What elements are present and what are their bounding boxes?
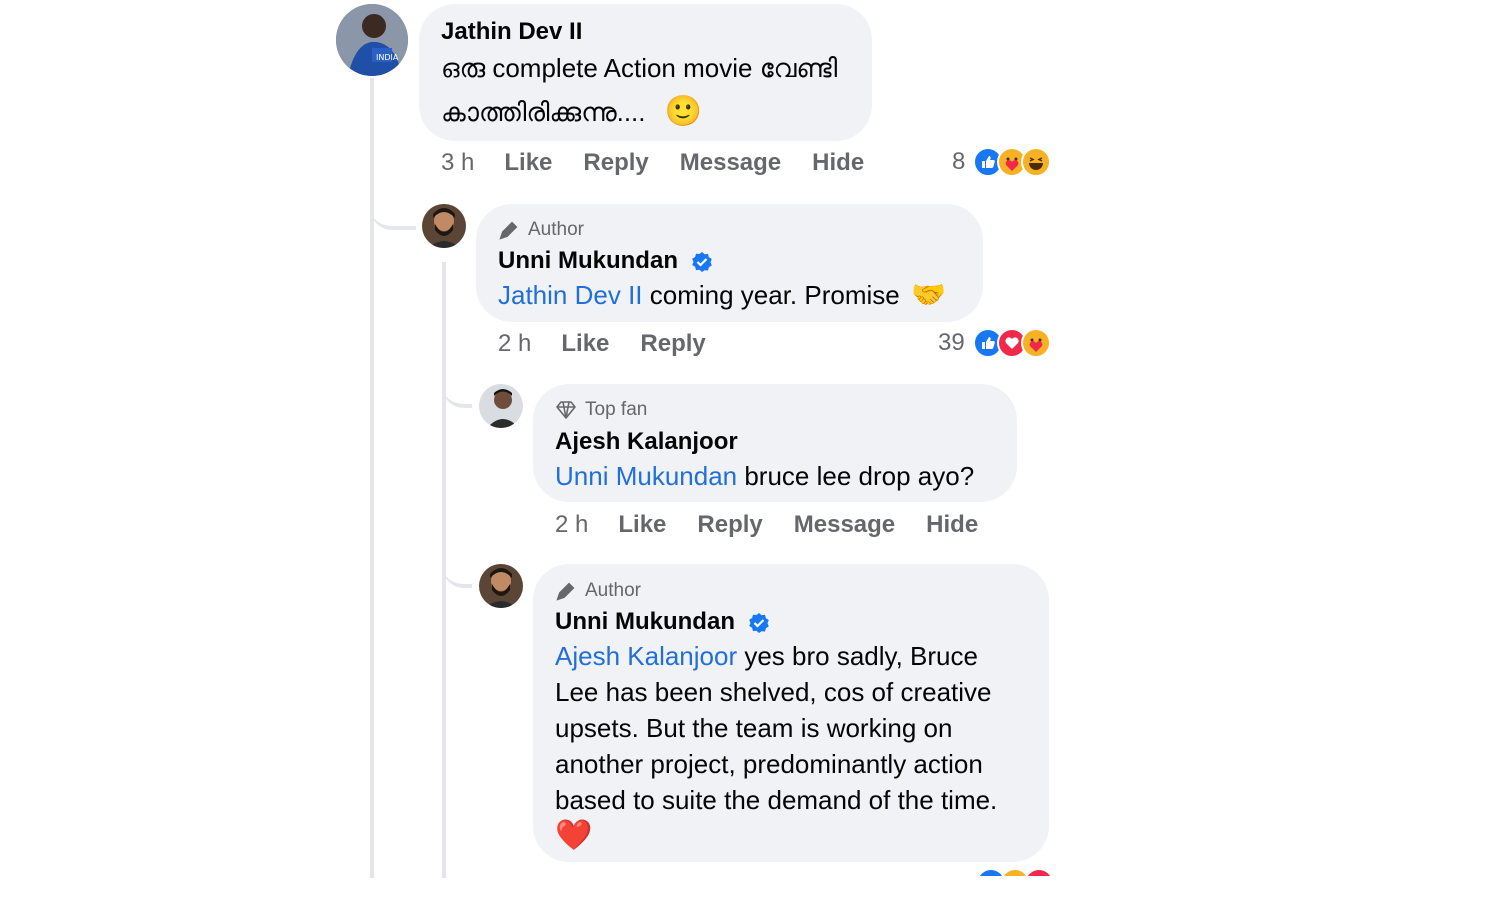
reply-button[interactable]: Reply bbox=[640, 330, 705, 358]
comment-text-line2-body: കാത്തിരിക്കുന്നു.... bbox=[441, 97, 646, 127]
reactions-summary-4-partial[interactable] bbox=[976, 868, 1054, 876]
reaction-count: 8 bbox=[952, 148, 966, 175]
reaction-count: 39 bbox=[938, 329, 965, 356]
top-fan-badge: Top fan bbox=[555, 399, 647, 421]
mention-link[interactable]: Ajesh Kalanjoor bbox=[555, 641, 737, 671]
mention-link[interactable]: Jathin Dev II bbox=[498, 280, 643, 310]
reply-button[interactable]: Reply bbox=[583, 149, 648, 177]
verified-badge-icon bbox=[691, 251, 712, 272]
comment-text-line2: കാത്തിരിക്കുന്നു.... 🙂 bbox=[441, 94, 702, 130]
commenter-name[interactable]: Ajesh Kalanjoor bbox=[555, 428, 738, 456]
reply-button[interactable]: Reply bbox=[697, 511, 762, 539]
reactions-summary-1[interactable]: 8 bbox=[952, 147, 1052, 177]
thread-elbow-reply-2 bbox=[442, 360, 472, 408]
comment-text-line1: ഒരു complete Action movie വേണ്ടി bbox=[441, 53, 838, 83]
haha-icon bbox=[1021, 147, 1052, 177]
comment-body: bruce lee drop ayo? bbox=[737, 461, 975, 491]
comment-line-4: another project, predominantly action bbox=[555, 749, 983, 779]
pen-icon bbox=[499, 221, 518, 240]
thread-elbow-reply-1 bbox=[370, 150, 416, 230]
avatar-jathin[interactable]: INDIA bbox=[336, 4, 408, 76]
commenter-name-verified[interactable]: Unni Mukundan bbox=[555, 608, 770, 636]
hide-button[interactable]: Hide bbox=[926, 511, 978, 539]
author-badge: Author bbox=[498, 219, 584, 241]
comment-text: Ajesh Kalanjoor yes bro sadly, Bruce Lee… bbox=[555, 638, 997, 854]
comment-text: Unni Mukundan bruce lee drop ayo? bbox=[555, 458, 974, 494]
comment-body: coming year. Promise bbox=[642, 280, 900, 310]
like-button[interactable]: Like bbox=[618, 511, 666, 539]
comment-line-3: upsets. But the team is working on bbox=[555, 713, 953, 743]
comment-line-1-body: yes bro sadly, Bruce bbox=[737, 641, 978, 671]
comment-line-1: Ajesh Kalanjoor yes bro sadly, Bruce bbox=[555, 638, 997, 674]
top-fan-label: Top fan bbox=[585, 399, 648, 420]
heart-emoji: ❤️ bbox=[555, 819, 593, 852]
author-badge-label: Author bbox=[528, 219, 584, 240]
hide-button[interactable]: Hide bbox=[812, 149, 864, 177]
commenter-name[interactable]: Unni Mukundan bbox=[555, 608, 735, 635]
commenter-name[interactable]: Jathin Dev II bbox=[441, 18, 582, 46]
comment-text: Jathin Dev II coming year. Promise 🤝 bbox=[498, 277, 946, 313]
comment-actions-3: 2 h Like Reply Message Hide bbox=[555, 511, 1009, 539]
avatar-ajesh[interactable] bbox=[479, 384, 523, 428]
comment-actions-1: 3 h Like Reply Message Hide bbox=[441, 149, 895, 177]
diamond-icon bbox=[556, 401, 576, 419]
avatar-unni[interactable] bbox=[479, 564, 523, 608]
pen-icon bbox=[556, 582, 575, 601]
avatar-unni[interactable] bbox=[422, 204, 466, 248]
message-button[interactable]: Message bbox=[680, 149, 781, 177]
commenter-name-verified[interactable]: Unni Mukundan bbox=[498, 247, 713, 275]
svg-text:INDIA: INDIA bbox=[376, 53, 399, 62]
like-button[interactable]: Like bbox=[561, 330, 609, 358]
handshake-emoji: 🤝 bbox=[910, 279, 946, 310]
verified-badge-icon bbox=[748, 612, 769, 633]
timestamp[interactable]: 3 h bbox=[441, 149, 474, 177]
comment-line-2: Lee has been shelved, cos of creative bbox=[555, 677, 992, 707]
commenter-name[interactable]: Unni Mukundan bbox=[498, 247, 678, 274]
smile-emoji: 🙂 bbox=[664, 95, 703, 128]
author-badge-label: Author bbox=[585, 580, 641, 601]
thread-elbow-reply-3 bbox=[442, 540, 472, 588]
care-icon bbox=[1020, 328, 1051, 358]
comment-actions-2: 2 h Like Reply bbox=[498, 330, 737, 358]
timestamp[interactable]: 2 h bbox=[555, 511, 588, 539]
author-badge: Author bbox=[555, 580, 641, 602]
reactions-summary-2[interactable]: 39 bbox=[938, 328, 1051, 358]
love-icon bbox=[1024, 868, 1054, 876]
comment-line-5: based to suite the demand of the time. bbox=[555, 785, 998, 815]
message-button[interactable]: Message bbox=[794, 511, 895, 539]
mention-link[interactable]: Unni Mukundan bbox=[555, 461, 737, 491]
timestamp[interactable]: 2 h bbox=[498, 330, 531, 358]
like-button[interactable]: Like bbox=[504, 149, 552, 177]
